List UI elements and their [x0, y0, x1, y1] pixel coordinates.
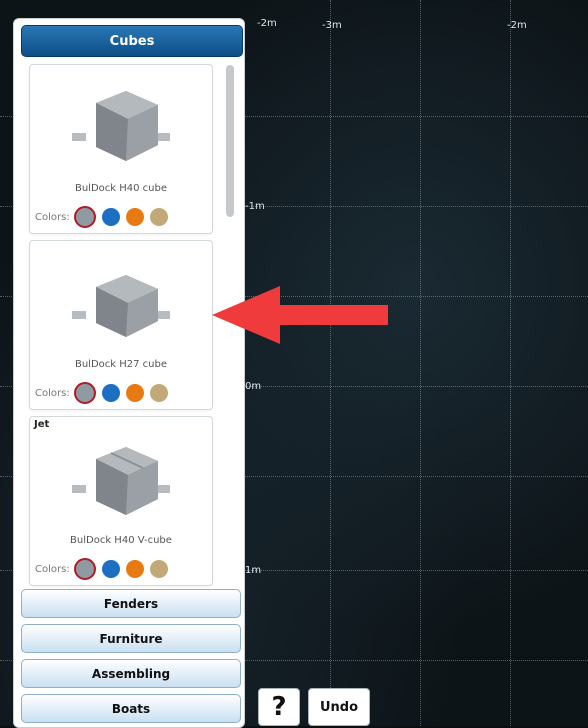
boats-category-button[interactable]: Boats [21, 694, 241, 723]
color-swatch-orange[interactable] [125, 208, 144, 226]
fenders-category-button[interactable]: Fenders [21, 589, 241, 618]
axis-label-left: 0m [245, 381, 262, 392]
scrollbar-thumb[interactable] [226, 65, 234, 217]
product-card[interactable]: BulDock H40 cube Colors: [29, 64, 213, 234]
annotation-arrow-icon [212, 286, 388, 344]
product-sidebar: Cubes BulDock H40 cube Colors: BulDock H… [13, 18, 245, 728]
color-options: Colors: [35, 558, 174, 580]
axis-label-left: -1m [245, 201, 265, 212]
color-swatch-orange[interactable] [125, 560, 144, 578]
product-card[interactable]: Jet BulDock H40 V-cube Colors: [29, 416, 213, 586]
product-name: BulDock H40 cube [74, 183, 168, 194]
axis-label-top: -3m [322, 20, 342, 31]
color-swatch-gray[interactable] [73, 206, 96, 228]
color-swatch-beige[interactable] [149, 384, 168, 402]
color-options: Colors: [35, 206, 174, 228]
grid-line-vertical [330, 0, 331, 726]
cubes-category-header[interactable]: Cubes [21, 25, 243, 57]
cube-image [72, 275, 170, 337]
color-options: Colors: [35, 382, 174, 404]
grid-line-vertical [510, 0, 511, 726]
help-button[interactable]: ? [258, 688, 300, 726]
assembling-category-button[interactable]: Assembling [21, 659, 241, 688]
cube-image [72, 91, 170, 161]
axis-label-top: -2m [507, 20, 527, 31]
furniture-category-button[interactable]: Furniture [21, 624, 241, 653]
color-swatch-gray[interactable] [73, 382, 96, 404]
color-swatch-blue[interactable] [101, 384, 120, 402]
axis-label-left: 1m [245, 565, 262, 576]
product-name: BulDock H27 cube [74, 359, 168, 370]
colors-label: Colors: [35, 563, 70, 575]
grid-line-vertical [420, 0, 421, 726]
product-list: BulDock H40 cube Colors: BulDock H27 cub… [14, 59, 244, 599]
axis-label-top: -2m [257, 18, 277, 29]
product-badge: Jet [34, 419, 50, 430]
product-card[interactable]: BulDock H27 cube Colors: [29, 240, 213, 410]
undo-button[interactable]: Undo [308, 688, 370, 726]
v-cube-image [72, 447, 170, 515]
color-swatch-blue[interactable] [101, 208, 120, 226]
color-swatch-beige[interactable] [149, 560, 168, 578]
colors-label: Colors: [35, 387, 70, 399]
color-swatch-orange[interactable] [125, 384, 144, 402]
colors-label: Colors: [35, 211, 70, 223]
color-swatch-gray[interactable] [73, 558, 96, 580]
color-swatch-blue[interactable] [101, 560, 120, 578]
product-name: BulDock H40 V-cube [70, 535, 172, 546]
color-swatch-beige[interactable] [149, 208, 168, 226]
